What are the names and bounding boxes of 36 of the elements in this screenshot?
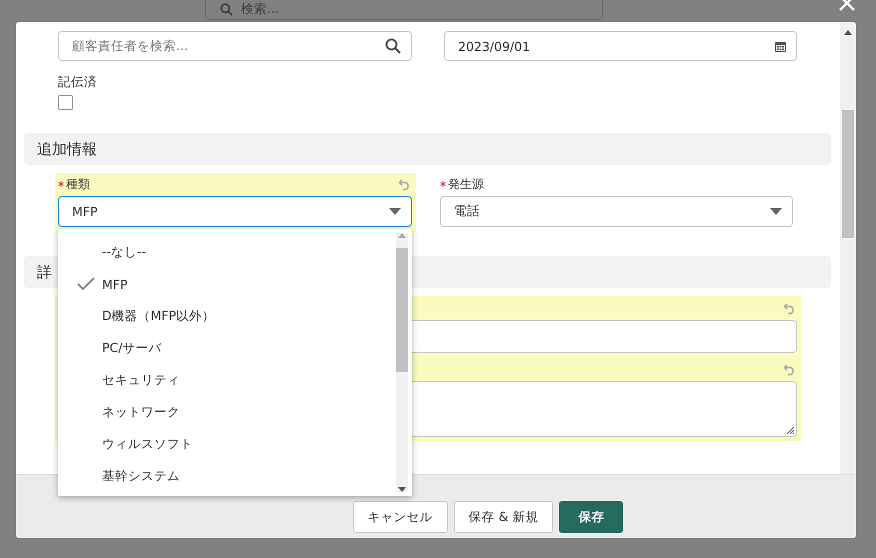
select-field[interactable]: 電話 bbox=[440, 196, 793, 227]
search-field[interactable]: 顧客責任者を検索... bbox=[58, 31, 412, 61]
dropdown-option[interactable]: MFP bbox=[58, 268, 412, 300]
dropdown-option[interactable]: D機器（MFP以外） bbox=[58, 300, 412, 332]
select-field[interactable]: MFP bbox=[58, 196, 412, 227]
search-icon bbox=[220, 2, 233, 16]
scroll-down-arrow-icon[interactable] bbox=[398, 487, 406, 492]
date-field[interactable]: 2023/09/01 bbox=[444, 31, 797, 61]
scrollbar[interactable] bbox=[396, 233, 408, 492]
save-button[interactable]: 保存 bbox=[559, 501, 624, 533]
checkbox-label: 記伝済 bbox=[58, 74, 98, 91]
dropdown-menu[interactable]: --なし-- MFP D機器（MFP以外） PC/サーバ セキュリティ ネットワーク ウィルスソフト 基幹システム bbox=[58, 229, 412, 496]
dropdown-option[interactable]: ウィルスソフト bbox=[58, 428, 412, 460]
checkbox[interactable] bbox=[58, 95, 73, 110]
undo-icon[interactable] bbox=[783, 362, 797, 376]
section-header: 追加情報 bbox=[24, 133, 831, 165]
dropdown-option[interactable]: 基幹システム bbox=[58, 460, 412, 492]
search-icon bbox=[385, 38, 401, 54]
scrollbar-thumb[interactable] bbox=[396, 248, 408, 372]
undo-icon[interactable] bbox=[398, 177, 412, 191]
undo-icon[interactable] bbox=[783, 301, 797, 315]
caret-icon bbox=[770, 208, 782, 216]
dropdown-option[interactable]: ネットワーク bbox=[58, 396, 412, 428]
field-label: 発生源 bbox=[448, 176, 484, 192]
scrollbar[interactable] bbox=[840, 22, 856, 474]
footer-button[interactable]: キャンセル bbox=[352, 501, 448, 533]
calendar-icon bbox=[775, 40, 786, 52]
caret-icon bbox=[389, 208, 401, 216]
resize-handle-icon[interactable] bbox=[786, 426, 794, 434]
footer-button[interactable]: 保存 & 新規 bbox=[454, 501, 554, 533]
scroll-up-arrow-icon[interactable] bbox=[844, 30, 852, 35]
dropdown-option[interactable]: PC/サーバ bbox=[58, 332, 412, 364]
scrollbar-thumb[interactable] bbox=[842, 110, 854, 238]
check-icon bbox=[76, 277, 96, 291]
field-label: 種類 bbox=[66, 176, 90, 192]
dropdown-option[interactable]: セキュリティ bbox=[58, 364, 412, 396]
